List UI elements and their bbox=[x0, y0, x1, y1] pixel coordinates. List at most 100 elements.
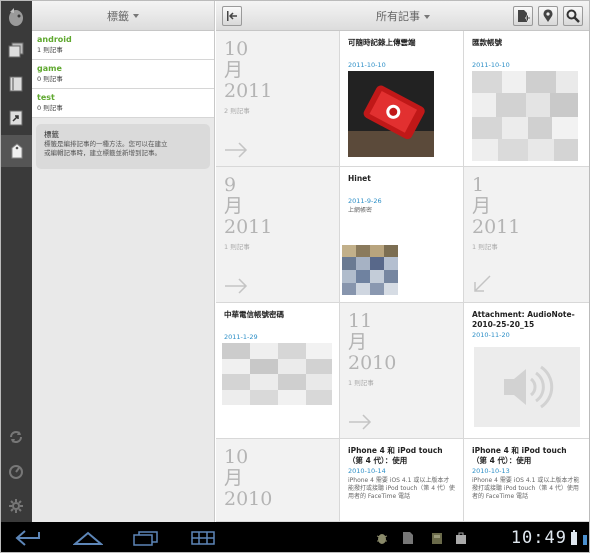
tag-name: test bbox=[37, 93, 55, 102]
signal-icon bbox=[581, 528, 589, 548]
month-number: 10 bbox=[224, 38, 249, 60]
location-button[interactable] bbox=[538, 6, 558, 26]
note-snippet: 上網帳密 bbox=[348, 207, 373, 214]
month-cell-2011-1[interactable]: 1 月 2011 1 則記事 bbox=[464, 167, 589, 303]
month-cell-2011-10[interactable]: 10 月 2011 2 則記事 bbox=[216, 31, 340, 167]
note-title: 中華電信帳號密碼 bbox=[224, 310, 284, 319]
month-number: 9 bbox=[224, 174, 237, 196]
note-card[interactable]: iPhone 4 和 iPod touch（第 4 代）：使用 2010-10-… bbox=[464, 439, 589, 522]
month-number: 1 bbox=[472, 174, 485, 196]
month-year: 2010 bbox=[348, 352, 397, 374]
tag-count: 0 則記事 bbox=[37, 104, 63, 112]
download-notification-icon bbox=[453, 528, 469, 548]
recent-apps-icon bbox=[133, 531, 158, 546]
month-number: 11 bbox=[348, 310, 373, 332]
tags-panel: 標籤 android 1 則記事 game 0 則記事 test 0 則記事 標… bbox=[32, 1, 215, 522]
month-unit: 月 bbox=[224, 195, 244, 217]
settings-gear-icon[interactable] bbox=[5, 495, 27, 517]
blurred-image-thumbnail bbox=[342, 245, 398, 295]
month-note-count: 1 則記事 bbox=[224, 243, 250, 251]
month-note-count: 1 則記事 bbox=[472, 243, 498, 251]
tag-item-android[interactable]: android 1 則記事 bbox=[32, 31, 214, 60]
tags-header-label: 標籤 bbox=[107, 9, 129, 23]
collapse-panel-button[interactable] bbox=[222, 6, 242, 26]
tag-item-test[interactable]: test 0 則記事 bbox=[32, 89, 214, 118]
tag-item-game[interactable]: game 0 則記事 bbox=[32, 60, 214, 89]
notes-header-dropdown[interactable]: 所有記事 bbox=[376, 8, 430, 24]
tags-icon[interactable] bbox=[1, 135, 32, 167]
back-button[interactable] bbox=[13, 528, 43, 548]
tags-info-desc-line2: 或編輯記事時，建立標籤並新增到記事。 bbox=[44, 149, 161, 157]
notebook-icon[interactable] bbox=[5, 73, 27, 95]
month-cell-2011-9[interactable]: 9 月 2011 1 則記事 bbox=[216, 167, 340, 303]
evernote-screen: 標籤 android 1 則記事 game 0 則記事 test 0 則記事 標… bbox=[0, 0, 590, 553]
month-unit: 月 bbox=[348, 331, 368, 353]
month-number: 10 bbox=[224, 446, 249, 468]
arrow-right-icon bbox=[225, 142, 248, 158]
note-date: 2011-10-10 bbox=[472, 61, 510, 69]
arrow-right-icon bbox=[225, 278, 248, 294]
tags-info-desc-line1: 標籤是編排記事的一種方法。您可以在建立 bbox=[44, 140, 168, 148]
tags-header-dropdown[interactable]: 標籤 bbox=[32, 1, 214, 31]
month-cell-2010-11[interactable]: 11 月 2010 1 則記事 bbox=[340, 303, 464, 439]
note-card[interactable]: Attachment: AudioNote-2010-25-20_15 2010… bbox=[464, 303, 589, 439]
shortcut-icon[interactable] bbox=[5, 107, 27, 129]
arrow-down-left-icon bbox=[474, 275, 491, 292]
system-bar: 10:49 bbox=[1, 522, 589, 552]
evernote-logo-icon bbox=[5, 6, 27, 28]
month-unit: 月 bbox=[472, 195, 492, 217]
month-note-count: 1 則記事 bbox=[348, 379, 374, 387]
search-icon bbox=[566, 9, 580, 23]
blurred-image-thumbnail bbox=[472, 71, 578, 161]
month-unit: 月 bbox=[224, 59, 244, 81]
month-cell-2010-10[interactable]: 10 月 2010 bbox=[216, 439, 340, 522]
sd-card-notification-icon bbox=[399, 528, 417, 548]
collapse-left-icon bbox=[227, 11, 237, 21]
new-note-button[interactable] bbox=[513, 6, 533, 26]
notebooks-stack-icon[interactable] bbox=[5, 39, 27, 61]
recent-apps-button[interactable] bbox=[129, 528, 161, 548]
note-title: 匯款帳號 bbox=[472, 38, 502, 47]
note-card[interactable]: 中華電信帳號密碼 2011-1-29 bbox=[216, 303, 340, 439]
map-pin-icon bbox=[543, 9, 553, 22]
chevron-down-icon bbox=[424, 14, 430, 19]
note-date: 2011-10-10 bbox=[348, 61, 386, 69]
speaker-icon bbox=[474, 347, 580, 427]
note-date: 2011-9-26 bbox=[348, 197, 382, 205]
tag-name: game bbox=[37, 64, 62, 73]
status-clock: 10:49 bbox=[510, 528, 567, 548]
note-title: 可隨時記錄上傳雲端 bbox=[348, 38, 416, 47]
month-unit: 月 bbox=[224, 467, 244, 489]
new-note-icon bbox=[518, 10, 530, 22]
notes-header: 所有記事 bbox=[216, 1, 589, 31]
note-date: 2010-10-14 bbox=[348, 467, 386, 475]
search-button[interactable] bbox=[563, 6, 583, 26]
note-title: iPhone 4 和 iPod touch（第 4 代）：使用 bbox=[348, 446, 443, 465]
sync-icon[interactable] bbox=[5, 426, 27, 448]
blurred-image-thumbnail bbox=[222, 343, 332, 405]
arrow-right-icon bbox=[349, 414, 372, 430]
month-year: 2011 bbox=[472, 216, 521, 238]
note-date: 2011-1-29 bbox=[224, 333, 258, 341]
note-card[interactable]: 可隨時記錄上傳雲端 2011-10-10 bbox=[340, 31, 464, 167]
month-year: 2011 bbox=[224, 80, 273, 102]
dashboard-icon[interactable] bbox=[5, 461, 27, 483]
chevron-down-icon bbox=[133, 13, 139, 18]
note-card[interactable]: Hinet 2011-9-26 上網帳密 bbox=[340, 167, 464, 303]
note-snippet: iPhone 4 需要 iOS 4.1 或以上版本才能撥打或接聽 iPod to… bbox=[348, 477, 455, 500]
month-year: 2010 bbox=[224, 488, 273, 510]
menu-button[interactable] bbox=[189, 528, 217, 548]
bug-notification-icon bbox=[373, 528, 391, 548]
back-arrow-icon bbox=[15, 530, 40, 546]
note-card[interactable]: iPhone 4 和 iPod touch（第 4 代）：使用 2010-10-… bbox=[340, 439, 464, 522]
note-card[interactable]: 匯款帳號 2011-10-10 bbox=[464, 31, 589, 167]
notes-header-label: 所有記事 bbox=[376, 9, 420, 23]
tags-info-box: 標籤 標籤是編排記事的一種方法。您可以在建立 或編輯記事時，建立標籤並新增到記事… bbox=[36, 124, 210, 169]
phone-photo-thumbnail bbox=[348, 71, 434, 157]
notification-icon bbox=[429, 528, 445, 548]
menu-grid-icon bbox=[191, 531, 215, 545]
note-date: 2010-11-20 bbox=[472, 331, 510, 339]
month-year: 2011 bbox=[224, 216, 273, 238]
home-button[interactable] bbox=[71, 528, 105, 548]
note-title: Attachment: AudioNote-2010-25-20_15 bbox=[472, 310, 575, 329]
